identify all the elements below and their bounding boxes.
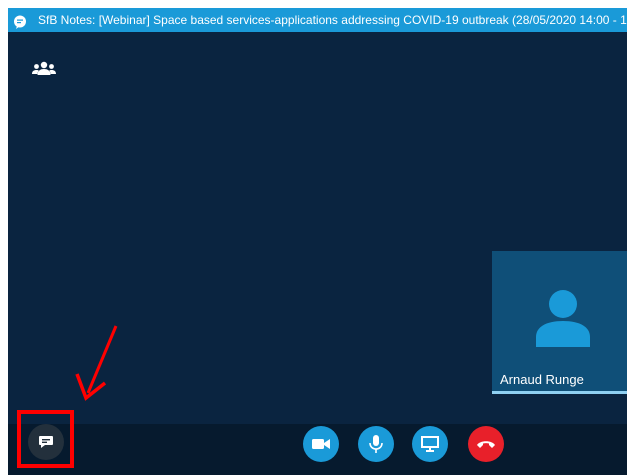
microphone-icon bbox=[369, 435, 383, 453]
video-button[interactable] bbox=[303, 426, 339, 462]
person-avatar-icon bbox=[536, 289, 590, 347]
active-speaker-indicator bbox=[492, 391, 627, 394]
microphone-button[interactable] bbox=[358, 426, 394, 462]
people-icon[interactable] bbox=[32, 61, 56, 77]
chat-bubble-icon bbox=[38, 434, 54, 450]
share-screen-button[interactable] bbox=[412, 426, 448, 462]
skype-meeting-window: SfB Notes: [Webinar] Space based service… bbox=[8, 8, 627, 475]
hang-up-phone-icon bbox=[476, 439, 496, 449]
participant-name: Arnaud Runge bbox=[500, 372, 584, 387]
hang-up-button[interactable] bbox=[468, 426, 504, 462]
chat-button[interactable] bbox=[28, 424, 64, 460]
chat-bubble-icon bbox=[13, 13, 27, 29]
window-title: SfB Notes: [Webinar] Space based service… bbox=[38, 13, 627, 27]
title-bar: SfB Notes: [Webinar] Space based service… bbox=[8, 8, 627, 32]
screen-share-icon bbox=[421, 436, 439, 452]
participant-video-tile[interactable]: Arnaud Runge bbox=[492, 251, 627, 394]
video-camera-icon bbox=[312, 438, 330, 450]
